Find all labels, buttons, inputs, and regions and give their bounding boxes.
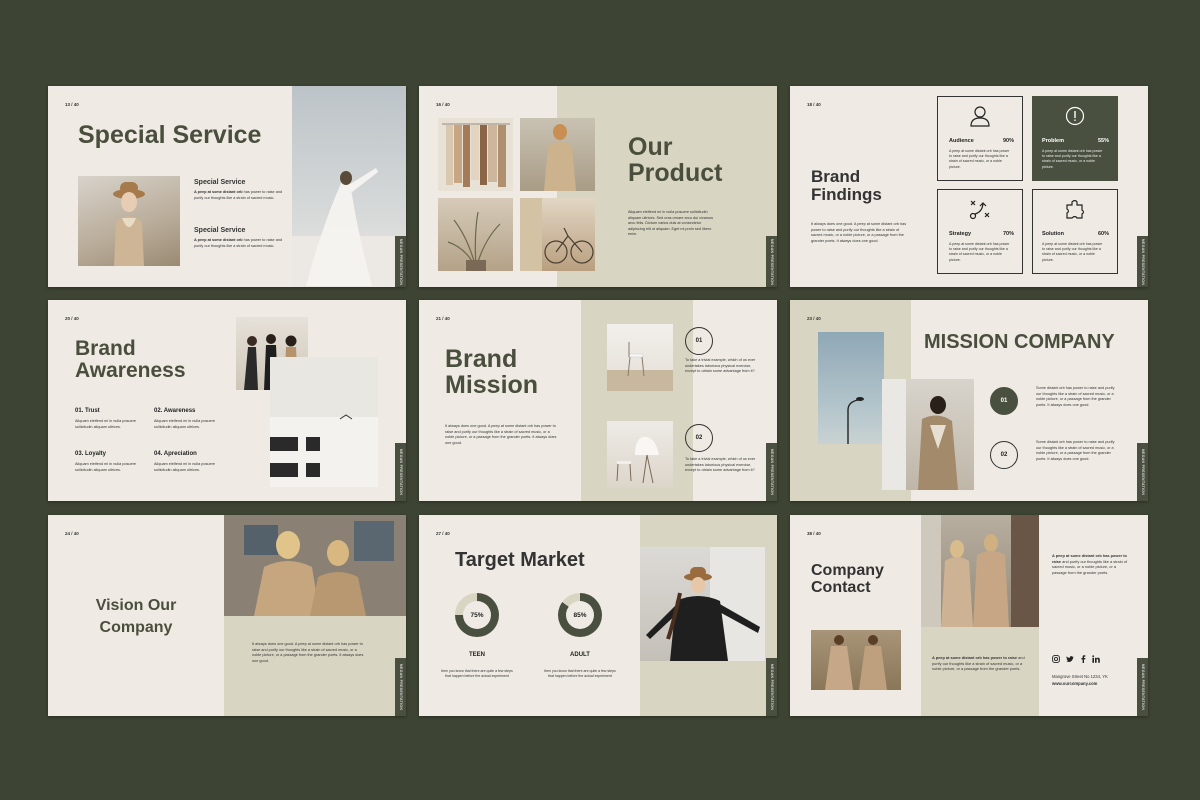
photo-street-lamp [818, 332, 884, 444]
linkedin-icon[interactable] [1092, 655, 1100, 663]
photo-two-women-coats [921, 515, 1039, 627]
service-item: Special Service A peep at some distant o… [194, 227, 283, 248]
slide-brand-mission[interactable]: 21 / 40 Brand Mission It always does one … [419, 300, 777, 501]
awareness-item: 02. Awareness Aliquam eleifend mi in nul… [154, 408, 215, 429]
photo-woman-blazer [882, 379, 974, 490]
page-number: 23 / 40 [807, 316, 821, 321]
user-icon [970, 106, 990, 127]
side-tab: MEGAN PRESENTATION [766, 443, 777, 501]
step-text: Some distant orb has power to raise and … [1036, 386, 1115, 407]
slide-special-service[interactable]: 13 / 40 Special Service Special Service … [48, 86, 406, 287]
body-text: It always does one good. A peep at some … [811, 222, 907, 243]
step-number: 02 [685, 424, 713, 452]
side-tab: MEGAN PRESENTATION [766, 658, 777, 716]
side-tab: MEGAN PRESENTATION [1137, 236, 1148, 287]
side-tab: MEGAN PRESENTATION [395, 658, 406, 716]
service-item: Special Service A peep at some distant o… [194, 179, 283, 200]
photo-woman-white-dress [292, 86, 406, 287]
finding-card-solution: Solution 60% A peep at some distant orb … [1032, 189, 1118, 274]
photo-building [270, 357, 378, 487]
slide-brand-awareness[interactable]: 20 / 40 Brand Awareness 01. Trust Aliquam… [48, 300, 406, 501]
step-number: 01 [685, 327, 713, 355]
khaki-panel [224, 616, 406, 716]
side-tab: MEGAN PRESENTATION [1137, 443, 1148, 501]
side-tab: MEGAN PRESENTATION [766, 236, 777, 287]
photo-two-women-small [811, 630, 901, 690]
page-number: 13 / 40 [65, 102, 79, 107]
body-text: It always does one good. A peep at some … [445, 424, 557, 445]
awareness-item: 01. Trust Aliquam eleifend mi in nulla p… [75, 408, 136, 429]
page-number: 20 / 40 [65, 316, 79, 321]
photo-woman-hat [78, 176, 180, 266]
page-number: 24 / 40 [65, 531, 79, 536]
photo-lamp [607, 421, 673, 488]
awareness-item: 04. Apreciation Aliquam eleifend mi in n… [154, 451, 215, 472]
side-tab: MEGAN PRESENTATION [395, 236, 406, 287]
segment-label: ADULT [570, 652, 590, 658]
segment-text: then you know that there are quite a few… [441, 669, 513, 679]
page-number: 18 / 40 [807, 102, 821, 107]
step-number: 01 [990, 387, 1018, 415]
donut-value: 75% [463, 601, 491, 629]
facebook-icon[interactable] [1080, 655, 1086, 663]
slide-title: Brand Mission [445, 345, 539, 400]
awareness-item: 03. Loyalty Aliquam eleifend mi in nulla… [75, 451, 136, 472]
body-text: It always does one good. A peep at some … [252, 642, 364, 663]
website-link[interactable]: www.ourcompany.com [1052, 681, 1097, 687]
slide-title: MISSION COMPANY [924, 331, 1115, 353]
segment-text: then you know that there are quite a few… [544, 669, 616, 679]
donut-chart-adult: 85% [558, 593, 602, 637]
side-tab: MEGAN PRESENTATION [1137, 658, 1148, 716]
photo-two-women [224, 515, 406, 616]
side-tab: MEGAN PRESENTATION [395, 443, 406, 501]
slide-mission-company[interactable]: 23 / 40 MISSION COMPANY 01 Some distant … [790, 300, 1148, 501]
body-text: Aliquam eleifend mi in nulla posuere sol… [628, 210, 714, 236]
slide-brand-findings[interactable]: 18 / 40 Brand Findings It always does one… [790, 86, 1148, 287]
slide-title: Special Service [78, 121, 262, 149]
slide-title: Target Market [455, 549, 585, 571]
donut-chart-teen: 75% [455, 593, 499, 637]
segment-label: TEEN [468, 652, 485, 658]
slide-title: Brand Findings [811, 167, 882, 204]
slide-title: Our Product [628, 133, 723, 188]
step-text: To take a trivial example, which of us e… [685, 457, 756, 472]
photo-clothes-rack [438, 118, 513, 191]
step-number: 02 [990, 441, 1018, 469]
puzzle-icon [1066, 199, 1085, 219]
finding-card-problem: Problem 55% A peep at some distant orb h… [1032, 96, 1118, 181]
photo-woman-hat-arms [640, 547, 765, 661]
slide-title: Vision Our Company [95, 597, 177, 636]
step-text: Some distant orb has power to raise and … [1036, 440, 1115, 461]
slide-our-product[interactable]: 16 / 40 Our Product Aliquam eleifend mi … [419, 86, 777, 287]
slide-title: Company Contact [811, 562, 884, 596]
address: Mangrove Street No 1234, YK [1052, 674, 1108, 679]
photo-plant [438, 198, 513, 271]
twitter-icon[interactable] [1066, 655, 1074, 663]
slide-target-market[interactable]: 27 / 40 Target Market 75% TEEN then you … [419, 515, 777, 716]
slide-company-contact[interactable]: 38 / 40 Company Contact A peep at some di… [790, 515, 1148, 716]
contact-box-text: A peep at some distant orb has power to … [932, 655, 1025, 672]
finding-card-strategy: Strategy 70% A peep at some distant orb … [937, 189, 1023, 274]
slide-vision-company[interactable]: 24 / 40 Vision Our Company It always does… [48, 515, 406, 716]
slide-title: Brand Awareness [75, 337, 186, 383]
photo-chair [607, 324, 673, 391]
finding-card-audience: Audience 90% A peep at some distant orb … [937, 96, 1023, 181]
page-number: 38 / 40 [807, 531, 821, 536]
strategy-icon [969, 200, 990, 220]
social-icons [1052, 655, 1100, 663]
photo-bicycle [520, 198, 595, 271]
instagram-icon[interactable] [1052, 655, 1060, 663]
donut-value: 85% [566, 601, 594, 629]
alert-icon [1065, 106, 1085, 126]
contact-right-text: A peep at some distant orb has power to … [1052, 553, 1128, 575]
step-text: To take a trivial example, which of us e… [685, 358, 756, 373]
page-number: 16 / 40 [436, 102, 450, 107]
page-number: 27 / 40 [436, 531, 450, 536]
photo-woman-coat [520, 118, 595, 191]
page-number: 21 / 40 [436, 316, 450, 321]
